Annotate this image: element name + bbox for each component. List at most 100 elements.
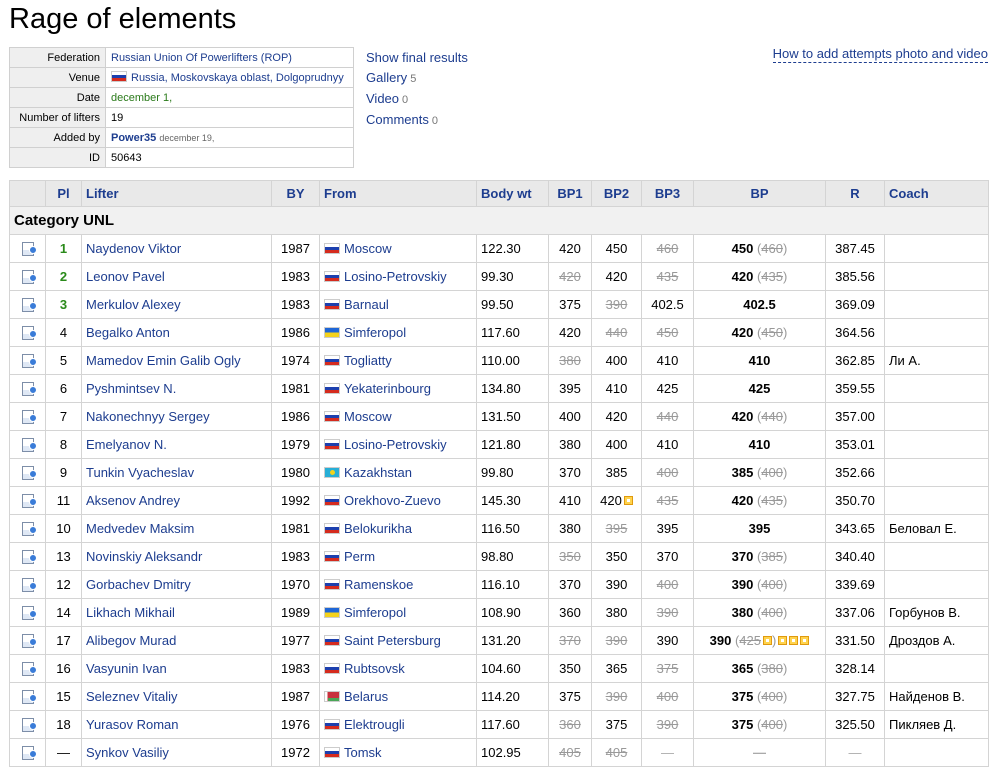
lifter-link[interactable]: Synkov Vasiliy [86, 745, 169, 760]
from-cell: Orekhovo-Zuevo [319, 486, 477, 515]
lifter-cell: Yurasov Roman [81, 710, 272, 739]
lifter-card-icon[interactable] [21, 438, 37, 453]
lifter-link[interactable]: Medvedev Maksim [86, 521, 194, 536]
lifter-link[interactable]: Merkulov Alexey [86, 297, 181, 312]
record-icon[interactable] [800, 636, 810, 645]
city-link[interactable]: Belokurikha [344, 521, 412, 536]
city-link[interactable]: Rubtsovsk [344, 661, 405, 676]
header-from[interactable]: From [319, 180, 477, 207]
lifter-link[interactable]: Naydenov Viktor [86, 241, 181, 256]
country-flag-icon [324, 495, 340, 506]
lifter-cell: Vasyunin Ivan [81, 654, 272, 683]
header-r[interactable]: R [825, 180, 885, 207]
federation-link[interactable]: Russian Union Of Powerlifters (ROP) [111, 52, 292, 64]
bp-result-value: 385 [731, 465, 754, 480]
record-icon[interactable] [778, 636, 788, 645]
lifter-card-icon[interactable] [21, 382, 37, 397]
lifter-card-icon[interactable] [21, 326, 37, 341]
lifter-link[interactable]: Vasyunin Ivan [86, 661, 167, 676]
lifter-card-icon[interactable] [21, 718, 37, 733]
city-link[interactable]: Kazakhstan [344, 465, 412, 480]
city-link[interactable]: Orekhovo-Zuevo [344, 493, 441, 508]
lifter-link[interactable]: Seleznev Vitaliy [86, 689, 178, 704]
lifter-card-icon[interactable] [21, 354, 37, 369]
country-flag-icon [324, 635, 340, 646]
city-link[interactable]: Ramenskoe [344, 577, 413, 592]
lifter-link[interactable]: Emelyanov N. [86, 437, 167, 452]
header-bp1[interactable]: BP1 [548, 180, 592, 207]
competition-info-table: Federation Russian Union Of Powerlifters… [9, 47, 354, 168]
record-icon[interactable] [789, 636, 799, 645]
video-link[interactable]: Video [366, 91, 399, 106]
bodyweight-cell: 122.30 [476, 234, 549, 263]
venue-link[interactable]: Russia, Moskovskaya oblast, Dolgoprudnyy [131, 72, 344, 84]
lifter-link[interactable]: Alibegov Murad [86, 633, 176, 648]
lifter-link[interactable]: Likhach Mikhail [86, 605, 175, 620]
how-to-add-attempts-link[interactable]: How to add attempts photo and video [772, 46, 988, 63]
lifter-card-icon[interactable] [21, 410, 37, 425]
header-lifter[interactable]: Lifter [81, 180, 272, 207]
lifter-link[interactable]: Aksenov Andrey [86, 493, 180, 508]
header-bodywt[interactable]: Body wt [476, 180, 549, 207]
bp3-cell: 425 [641, 374, 694, 403]
bp3-value: 435 [656, 493, 679, 508]
bp2-cell: 385 [591, 458, 642, 487]
bp1-cell: 380 [548, 514, 592, 543]
lifter-link[interactable]: Begalko Anton [86, 325, 170, 340]
lifter-card-icon[interactable] [21, 466, 37, 481]
comments-link[interactable]: Comments [366, 112, 429, 127]
lifter-link[interactable]: Leonov Pavel [86, 269, 165, 284]
city-link[interactable]: Saint Petersburg [344, 633, 441, 648]
lifter-card-icon[interactable] [21, 270, 37, 285]
city-link[interactable]: Simferopol [344, 325, 406, 340]
header-bp2[interactable]: BP2 [591, 180, 642, 207]
city-link[interactable]: Losino-Petrovskiy [344, 269, 447, 284]
lifter-card-icon[interactable] [21, 746, 37, 761]
lifter-link[interactable]: Gorbachev Dmitry [86, 577, 191, 592]
city-link[interactable]: Simferopol [344, 605, 406, 620]
record-icon[interactable] [623, 496, 633, 505]
lifter-link[interactable]: Yurasov Roman [86, 717, 179, 732]
lifter-link[interactable]: Nakonechnyy Sergey [86, 409, 210, 424]
lifter-card-icon[interactable] [21, 662, 37, 677]
country-flag-icon [324, 411, 340, 422]
lifter-card-icon[interactable] [21, 606, 37, 621]
bodyweight-cell: 117.60 [476, 710, 549, 739]
city-link[interactable]: Elektrougli [344, 717, 405, 732]
lifter-card-icon[interactable] [21, 522, 37, 537]
lifter-link[interactable]: Pyshmintsev N. [86, 381, 176, 396]
city-link[interactable]: Losino-Petrovskiy [344, 437, 447, 452]
venue-label: Venue [9, 67, 106, 88]
city-link[interactable]: Perm [344, 549, 375, 564]
header-by[interactable]: BY [271, 180, 320, 207]
city-link[interactable]: Moscow [344, 241, 392, 256]
lifter-card-icon[interactable] [21, 634, 37, 649]
show-final-results-link[interactable]: Show final results [366, 50, 468, 65]
gallery-link[interactable]: Gallery [366, 70, 407, 85]
lifter-link[interactable]: Tunkin Vyacheslav [86, 465, 194, 480]
header-bp3[interactable]: BP3 [641, 180, 694, 207]
bp2-cell: 390 [591, 626, 642, 655]
added-by-user-link[interactable]: Power35 [111, 132, 156, 144]
lifter-card-icon[interactable] [21, 298, 37, 313]
record-icon[interactable] [763, 636, 772, 645]
city-link[interactable]: Belarus [344, 689, 388, 704]
header-pl[interactable]: Pl [45, 180, 82, 207]
lifter-card-icon[interactable] [21, 242, 37, 257]
bp3-value: 425 [656, 381, 679, 396]
header-coach[interactable]: Coach [884, 180, 989, 207]
bp-result-cell: 365 (380) [693, 654, 826, 683]
lifter-card-icon[interactable] [21, 494, 37, 509]
lifter-link[interactable]: Novinskiy Aleksandr [86, 549, 202, 564]
header-bp[interactable]: BP [693, 180, 826, 207]
city-link[interactable]: Togliatty [344, 353, 392, 368]
city-link[interactable]: Yekaterinbourg [344, 381, 431, 396]
city-link[interactable]: Barnaul [344, 297, 389, 312]
bp-result-cell: 402.5 [693, 290, 826, 319]
city-link[interactable]: Tomsk [344, 745, 382, 760]
lifter-card-icon[interactable] [21, 690, 37, 705]
city-link[interactable]: Moscow [344, 409, 392, 424]
lifter-card-icon[interactable] [21, 578, 37, 593]
lifter-card-icon[interactable] [21, 550, 37, 565]
lifter-link[interactable]: Mamedov Emin Galib Ogly [86, 353, 241, 368]
